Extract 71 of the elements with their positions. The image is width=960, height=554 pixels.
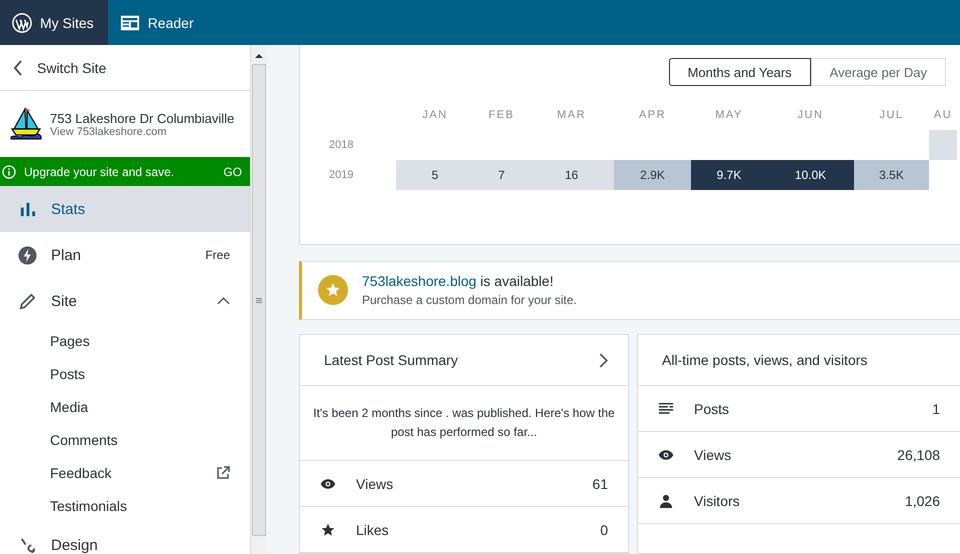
site-title: 753 Lakeshore Dr Columbiaville (50, 110, 234, 126)
heatmap-cell: 7 (474, 160, 529, 190)
heatmap-cell: 3.5K (854, 160, 929, 190)
caret-icon[interactable] (217, 297, 230, 305)
newspaper-icon (120, 12, 140, 32)
plan-label: Free (205, 248, 230, 262)
sidebar-subitem[interactable]: Comments (0, 423, 250, 456)
info-icon (2, 164, 16, 178)
upgrade-banner[interactable]: Upgrade your site and save. GO (0, 157, 250, 186)
person-icon (658, 494, 674, 508)
chevron-right-icon[interactable] (599, 352, 608, 368)
sidebar-item[interactable]: Stats (0, 186, 250, 232)
reader-tab[interactable]: Reader (108, 0, 208, 45)
heatmap-cell: 5 (396, 160, 474, 190)
domain-link[interactable]: 753lakeshore.blog (362, 273, 476, 290)
card-title: Latest Post Summary (324, 352, 458, 368)
heatmap-cell: 2.9K (614, 160, 691, 190)
notice-subtitle: Purchase a custom domain for your site. (362, 293, 577, 308)
star-badge-icon (318, 275, 348, 306)
scroll-up-arrow-icon[interactable] (255, 53, 263, 58)
stat-value: 1,026 (904, 492, 940, 508)
stat-label: Visitors (694, 492, 741, 508)
go-link[interactable]: GO (223, 164, 242, 178)
sidebar-subitem[interactable]: Testimonials (0, 489, 250, 522)
stat-value: 26,108 (897, 446, 940, 462)
star-icon (320, 522, 336, 536)
text-lines-icon (658, 402, 674, 416)
view-toggle[interactable]: Months and Years (668, 58, 811, 86)
back-chevron-icon (13, 60, 23, 76)
stat-value: 0 (600, 522, 608, 538)
grip-icon (256, 298, 262, 302)
notice-title: 753lakeshore.blog is available! (362, 273, 554, 290)
sidebar-subitem[interactable]: Feedback (0, 456, 250, 489)
sidebar-subitem[interactable]: Media (0, 390, 250, 423)
month-label: JUL (878, 108, 905, 123)
month-label: MAY (714, 108, 744, 123)
sidebar-item[interactable]: Design (0, 522, 250, 554)
stat-label: Views (356, 476, 394, 492)
wordpress-logo-icon (12, 12, 32, 32)
sidebar-item[interactable]: Plan Free (0, 232, 250, 278)
bolt-circle-icon (18, 246, 37, 264)
year-label: 2019 (328, 168, 354, 183)
view-site-link[interactable]: View 753lakeshore.com (50, 126, 234, 138)
month-label: JUN (796, 108, 824, 123)
month-label: AU (932, 108, 954, 123)
month-label: APR (638, 108, 668, 123)
post-summary-text: It's been 2 months since . was published. Here's how the post has performed so far... (300, 386, 628, 461)
stat-label: Views (694, 446, 732, 462)
stat-value: 1 (932, 400, 940, 416)
stat-value: 61 (592, 476, 608, 492)
sidebar-subitem[interactable]: Pages (0, 324, 250, 357)
card-title: All-time posts, views, and visitors (662, 352, 868, 368)
scrollbar[interactable] (251, 45, 267, 554)
pencil-icon (18, 292, 37, 310)
month-label: MAR (556, 108, 587, 123)
eye-icon (320, 476, 336, 490)
heatmap-cell: 16 (529, 160, 614, 190)
stat-label: Likes (356, 522, 390, 538)
heatmap-cell: 10.0K (767, 160, 854, 190)
view-toggle[interactable]: Average per Day (810, 58, 946, 86)
heatmap-cell: 9.7K (691, 160, 767, 190)
my-sites-tab[interactable]: My Sites (0, 0, 108, 45)
sailboat-logo-icon (10, 107, 42, 141)
month-label: JAN (421, 108, 449, 123)
sidebar-subitem[interactable]: Posts (0, 357, 250, 390)
upgrade-text: Upgrade your site and save. (24, 164, 176, 178)
stat-label: Posts (694, 400, 730, 416)
month-label: FEB (488, 108, 516, 123)
sidebar-item[interactable]: Site (0, 278, 250, 324)
year-label: 2018 (328, 138, 354, 153)
eye-icon (658, 448, 674, 462)
